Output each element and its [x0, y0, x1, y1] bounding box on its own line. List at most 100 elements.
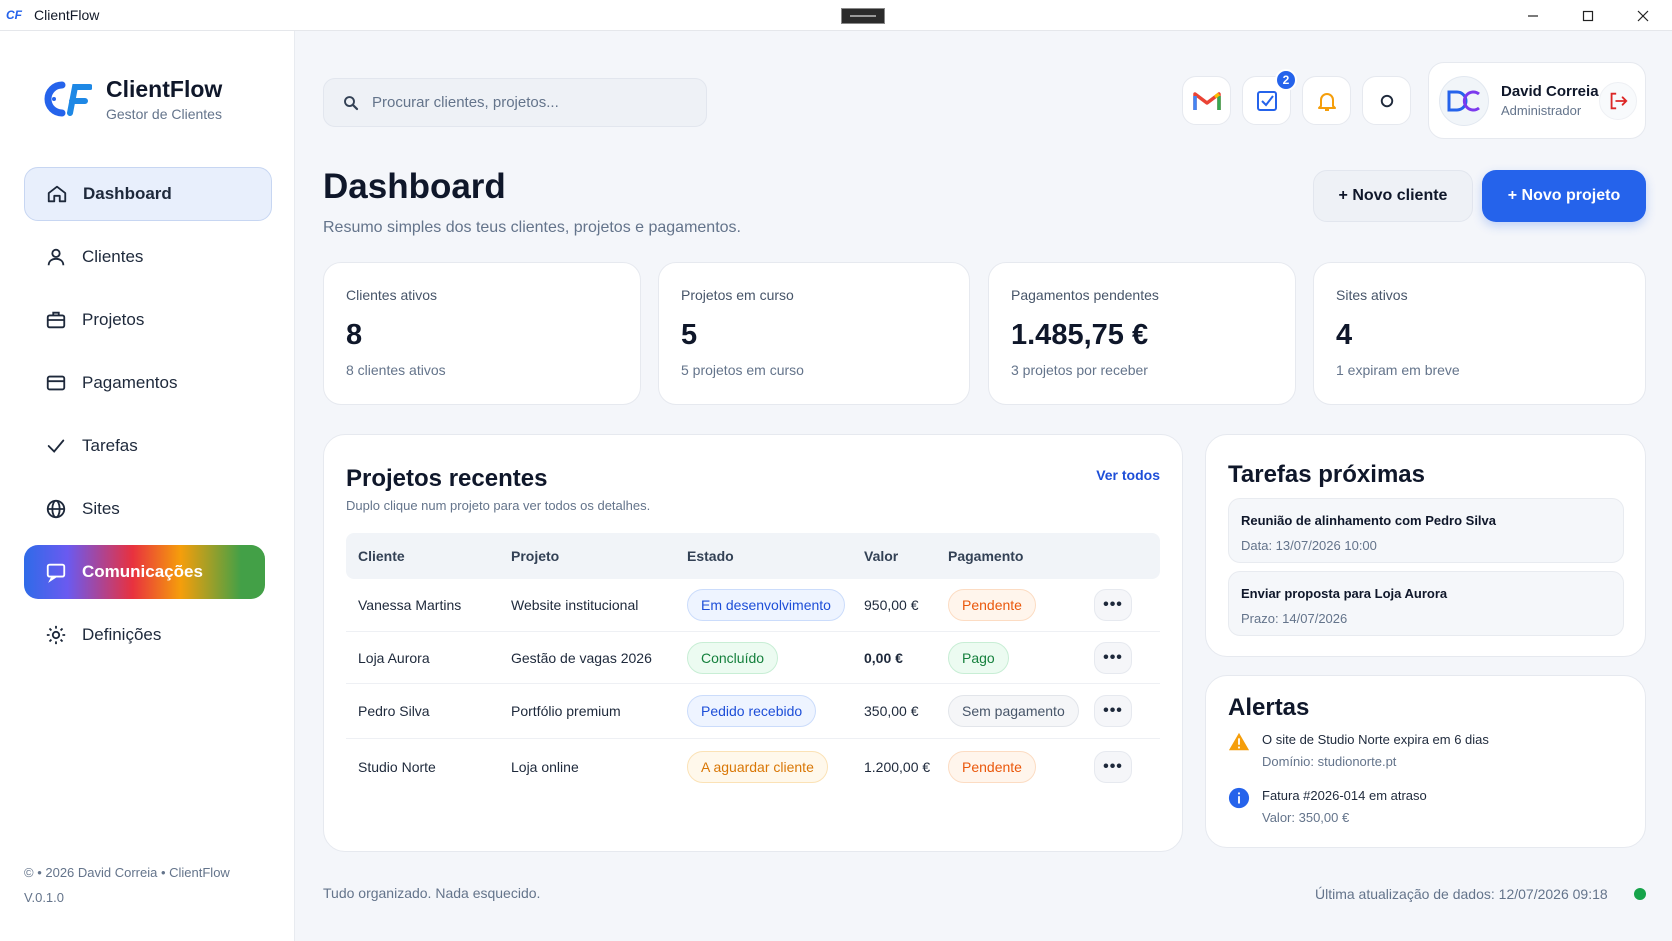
drag-handle[interactable] [841, 8, 885, 24]
stat-value: 8 [346, 319, 363, 351]
minimize-icon [1527, 14, 1538, 17]
checkbox-icon [1256, 90, 1277, 111]
sidebar-footer: © • 2026 David Correia • ClientFlow V.0.… [24, 860, 230, 910]
bell-icon [1317, 92, 1336, 111]
sidebar-item-pagamentos[interactable]: Pagamentos [24, 356, 272, 410]
stat-card-pagamentos: Pagamentos pendentes 1.485,75 € 3 projet… [988, 262, 1296, 405]
gmail-button[interactable] [1182, 76, 1231, 125]
sidebar-item-label: Definições [82, 625, 162, 644]
logout-icon [1610, 92, 1628, 110]
sidebar-item-label: Dashboard [83, 184, 172, 203]
sidebar-item-clientes[interactable]: Clientes [24, 230, 272, 284]
tasks-button[interactable]: 2 [1242, 69, 1297, 125]
sidebar-item-sites[interactable]: Sites [24, 482, 272, 536]
sidebar-item-label: Comunicações [82, 562, 203, 581]
table-row[interactable]: Pedro Silva Portfólio premium Pedido rec… [346, 684, 1160, 739]
warning-icon [1228, 732, 1250, 751]
cell-value: 950,00 € [864, 597, 919, 613]
search-icon [344, 95, 359, 110]
column-header: Estado [687, 548, 734, 564]
gear-icon [44, 623, 68, 647]
close-icon [1637, 10, 1648, 21]
briefcase-icon [44, 308, 68, 332]
page-title: Dashboard [323, 167, 506, 206]
sidebar-item-comunicacoes[interactable]: Comunicações [24, 545, 265, 599]
window-titlebar: CF ClientFlow [0, 0, 1672, 31]
new-project-button[interactable]: + Novo projeto [1482, 170, 1646, 222]
sidebar-item-projetos[interactable]: Projetos [24, 293, 272, 347]
minimize-button[interactable] [1505, 0, 1560, 31]
sidebar-item-label: Pagamentos [82, 373, 178, 392]
brand-subtitle: Gestor de Clientes [106, 106, 222, 122]
search-box[interactable] [323, 78, 707, 127]
column-header: Valor [864, 548, 899, 564]
panel-title: Projetos recentes [346, 465, 548, 492]
row-actions-button[interactable]: ••• [1094, 589, 1132, 621]
payment-badge: Sem pagamento [948, 695, 1079, 727]
task-title: Enviar proposta para Loja Aurora [1241, 586, 1448, 601]
cell-project: Loja online [511, 759, 579, 775]
stat-label: Pagamentos pendentes [1011, 287, 1159, 303]
alert-title: Fatura #2026-014 em atraso [1262, 788, 1427, 803]
sidebar-item-dashboard[interactable]: Dashboard [24, 167, 272, 221]
stat-value: 5 [681, 319, 698, 351]
stat-label: Sites ativos [1336, 287, 1408, 303]
sidebar-nav: Dashboard Clientes Projetos Pagamentos T… [24, 167, 272, 671]
theme-toggle-button[interactable] [1362, 76, 1411, 125]
close-button[interactable] [1615, 0, 1670, 31]
page-subtitle: Resumo simples dos teus clientes, projet… [323, 219, 741, 236]
status-indicator [1634, 888, 1646, 900]
projects-table: Cliente Projeto Estado Valor Pagamento V… [346, 533, 1160, 795]
maximize-icon [1582, 10, 1593, 21]
user-icon [44, 245, 68, 269]
stat-note: 3 projetos por receber [1011, 362, 1148, 378]
sidebar-item-label: Clientes [82, 247, 144, 266]
cell-value: 350,00 € [864, 703, 919, 719]
alerts-panel: Alertas O site de Studio Norte expira em… [1205, 675, 1646, 848]
last-update-text: Última atualização de dados: 12/07/2026 … [1315, 886, 1608, 902]
check-icon [44, 434, 68, 458]
circle-icon [1380, 94, 1393, 107]
maximize-button[interactable] [1560, 0, 1615, 31]
search-input[interactable] [372, 94, 692, 111]
cell-value: 0,00 € [864, 649, 903, 666]
avatar [1439, 75, 1489, 126]
sidebar-item-tarefas[interactable]: Tarefas [24, 419, 272, 473]
table-row[interactable]: Loja Aurora Gestão de vagas 2026 Concluí… [346, 632, 1160, 684]
row-actions-button[interactable]: ••• [1094, 751, 1132, 783]
chat-icon [44, 560, 68, 584]
table-row[interactable]: Vanessa Martins Website institucional Em… [346, 579, 1160, 632]
version-text: V.0.1.0 [24, 890, 65, 905]
stat-note: 1 expiram em breve [1336, 362, 1460, 378]
row-actions-button[interactable]: ••• [1094, 695, 1132, 727]
alert-item[interactable]: O site de Studio Norte expira em 6 dias … [1228, 732, 1489, 769]
table-row[interactable]: Studio Norte Loja online A aguardar clie… [346, 739, 1160, 795]
tasks-badge: 2 [1275, 69, 1297, 91]
row-actions-button[interactable]: ••• [1094, 641, 1132, 674]
recent-projects-panel: Projetos recentes Ver todos Duplo clique… [323, 434, 1183, 852]
brand-name: ClientFlow [106, 76, 223, 102]
panel-title: Alertas [1228, 694, 1310, 721]
alert-item[interactable]: Fatura #2026-014 em atraso Valor: 350,00… [1228, 787, 1427, 825]
status-badge: Concluído [687, 641, 779, 674]
new-client-button[interactable]: + Novo cliente [1313, 170, 1473, 222]
payment-badge: Pago [948, 641, 1009, 674]
sidebar-item-definicoes[interactable]: Definições [24, 608, 272, 662]
info-icon [1228, 787, 1250, 809]
payment-badge: Pendente [948, 589, 1036, 621]
gmail-icon [1192, 91, 1221, 110]
user-card[interactable]: David Correia Administrador [1428, 62, 1646, 139]
cell-project: Gestão de vagas 2026 [511, 649, 652, 666]
see-all-link[interactable]: Ver todos [1096, 467, 1160, 483]
cell-client: Pedro Silva [358, 703, 430, 719]
panel-title: Tarefas próximas [1228, 461, 1425, 488]
sidebar-item-label: Sites [82, 499, 120, 518]
task-item[interactable]: Reunião de alinhamento com Pedro Silva D… [1228, 498, 1624, 563]
stat-card-clientes: Clientes ativos 8 8 clientes ativos [323, 262, 641, 405]
sidebar-item-label: Projetos [82, 310, 145, 329]
stat-card-projetos: Projetos em curso 5 5 projetos em curso [658, 262, 970, 405]
notifications-button[interactable] [1302, 76, 1351, 125]
cell-client: Loja Aurora [358, 649, 430, 666]
logout-button[interactable] [1599, 82, 1637, 120]
task-item[interactable]: Enviar proposta para Loja Aurora Prazo: … [1228, 571, 1624, 636]
